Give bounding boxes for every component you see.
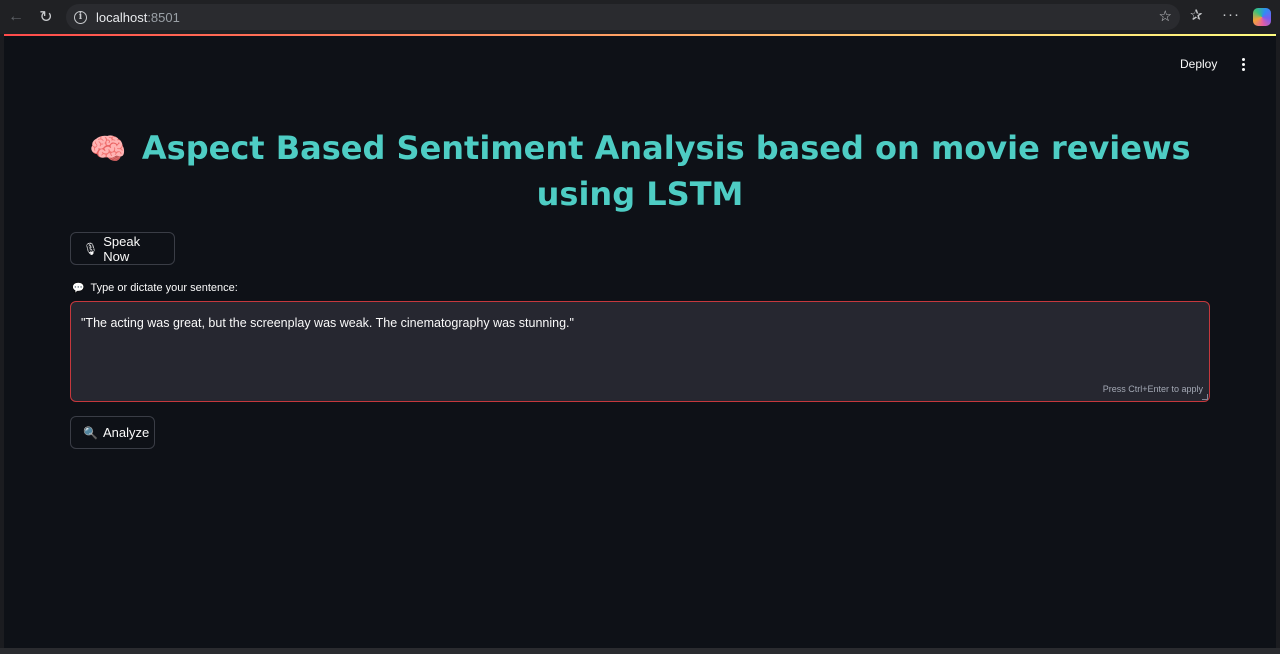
url-port: :8501 — [147, 9, 180, 25]
analyze-button[interactable]: 🔍 Analyze — [70, 416, 155, 449]
microphone-icon: 🎙 — [83, 241, 99, 256]
sentence-input-label: 💬 Type or dictate your sentence: — [72, 282, 238, 294]
speech-bubble-icon: 💬 — [72, 282, 85, 294]
speak-now-label: Speak Now — [103, 233, 141, 264]
streamlit-app: Deploy 🧠 Aspect Based Sentiment Analysis… — [4, 34, 1276, 648]
apply-hint: Press Ctrl+Enter to apply — [1102, 384, 1203, 394]
reload-icon[interactable]: ↻ — [35, 6, 57, 28]
resize-handle[interactable] — [1202, 394, 1208, 400]
analyze-label: Analyze — [102, 425, 150, 440]
speak-now-button[interactable]: 🎙 Speak Now — [70, 232, 175, 265]
sentence-input-label-text: Type or dictate your sentence: — [90, 282, 238, 294]
main-menu-icon[interactable] — [1238, 54, 1248, 74]
more-options-icon[interactable]: ··· — [1222, 6, 1240, 23]
url-host: localhost — [96, 9, 148, 25]
magnifier-icon: 🔍 — [83, 425, 98, 440]
star-icon[interactable]: ☆ — [1159, 7, 1172, 25]
window-bottom-edge — [0, 648, 1280, 654]
top-accent-bar — [4, 34, 1276, 36]
page-title: 🧠 Aspect Based Sentiment Analysis based … — [84, 126, 1196, 216]
address-bar[interactable]: i localhost:8501 ☆ — [66, 4, 1180, 30]
url-text[interactable]: localhost:8501 — [96, 10, 180, 25]
site-info-icon[interactable]: i — [74, 10, 87, 24]
favorites-icon[interactable]: ✰ — [1190, 6, 1203, 24]
deploy-button[interactable]: Deploy — [1180, 54, 1217, 74]
back-arrow-icon[interactable]: ← — [5, 6, 27, 28]
browser-toolbar: ← ↻ i localhost:8501 ☆ ✰ ··· — [0, 0, 1280, 34]
sentence-textarea-value: "The acting was great, but the screenpla… — [81, 316, 574, 330]
sentence-textarea[interactable]: "The acting was great, but the screenpla… — [70, 301, 1210, 402]
copilot-icon[interactable] — [1253, 8, 1271, 26]
brain-icon: 🧠 — [89, 132, 127, 167]
page-title-text: Aspect Based Sentiment Analysis based on… — [141, 129, 1191, 213]
